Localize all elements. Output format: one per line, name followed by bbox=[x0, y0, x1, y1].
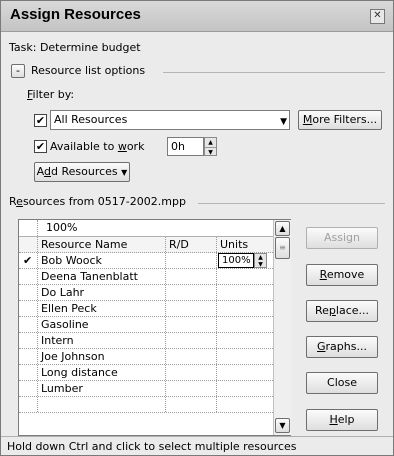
grid-edit-bar[interactable]: 100% bbox=[19, 220, 273, 237]
close-button[interactable]: Close bbox=[306, 372, 378, 394]
resources-grid[interactable]: 100% Resource Name R/D Units ✔ Bob Woock… bbox=[18, 219, 291, 436]
resource-name: Long distance bbox=[38, 365, 166, 380]
resource-name: Intern bbox=[38, 333, 166, 348]
table-row[interactable]: ✔ Bob Woock 100% ▲ ▼ bbox=[19, 253, 273, 269]
collapse-options-button[interactable]: - bbox=[11, 64, 25, 78]
grid-scrollbar[interactable]: ▲ ≡ ▼ bbox=[273, 220, 291, 435]
table-row[interactable]: Deena Tanenblatt bbox=[19, 269, 273, 285]
graphs-button[interactable]: Graphs... bbox=[306, 336, 378, 358]
assigned-check-icon: ✔ bbox=[19, 253, 38, 268]
options-group-label: Resource list options bbox=[31, 64, 146, 77]
filter-select[interactable]: All Resources ▼ bbox=[50, 110, 290, 130]
help-button[interactable]: Help bbox=[306, 409, 378, 431]
units-input[interactable]: 100% bbox=[218, 253, 254, 268]
filter-label: Filter by: bbox=[27, 88, 75, 101]
table-row[interactable]: Do Lahr bbox=[19, 285, 273, 301]
scroll-up-icon[interactable]: ▲ bbox=[275, 221, 290, 236]
table-row[interactable]: Joe Johnson bbox=[19, 349, 273, 365]
col-header-name[interactable]: Resource Name bbox=[38, 237, 166, 252]
dropdown-arrow-icon: ▼ bbox=[280, 117, 287, 127]
resource-name: Deena Tanenblatt bbox=[38, 269, 166, 284]
filter-value: All Resources bbox=[54, 113, 128, 126]
available-to-work-checkbox[interactable]: ✔ bbox=[34, 140, 47, 153]
replace-button[interactable]: Replace... bbox=[306, 300, 378, 322]
spin-down-icon[interactable]: ▼ bbox=[255, 261, 266, 268]
resource-name: Lumber bbox=[38, 381, 166, 396]
task-label: Task: Determine budget bbox=[9, 41, 141, 54]
table-row[interactable]: Intern bbox=[19, 333, 273, 349]
dropdown-arrow-icon: ▼ bbox=[121, 168, 128, 177]
available-hours-spinner[interactable]: ▲ ▼ bbox=[204, 137, 217, 156]
col-header-rd[interactable]: R/D bbox=[166, 237, 217, 252]
options-divider bbox=[163, 72, 385, 73]
more-filters-button[interactable]: More Filters... bbox=[298, 110, 382, 130]
resources-group-label: Resources from 0517-2002.mpp bbox=[9, 195, 186, 208]
filter-checkbox[interactable]: ✔ bbox=[34, 114, 47, 127]
units-cell[interactable]: 100% ▲ ▼ bbox=[217, 253, 273, 268]
table-row[interactable]: Lumber bbox=[19, 381, 273, 397]
grid-header-row: Resource Name R/D Units bbox=[19, 237, 273, 253]
scroll-thumb[interactable]: ≡ bbox=[275, 237, 290, 259]
resource-name bbox=[38, 397, 166, 412]
add-resources-button[interactable]: Add Resources ▼ bbox=[34, 162, 130, 182]
table-row[interactable]: Ellen Peck bbox=[19, 301, 273, 317]
close-icon[interactable]: ✕ bbox=[370, 9, 385, 24]
assign-button[interactable]: Assign bbox=[306, 227, 378, 249]
col-header-units[interactable]: Units bbox=[217, 237, 273, 252]
resource-name: Bob Woock bbox=[38, 253, 166, 268]
remove-button[interactable]: Remove bbox=[306, 264, 378, 286]
spin-up-icon[interactable]: ▲ bbox=[255, 254, 266, 261]
scroll-down-icon[interactable]: ▼ bbox=[275, 418, 290, 433]
units-spinner[interactable]: ▲ ▼ bbox=[254, 253, 267, 268]
spin-down-icon[interactable]: ▼ bbox=[205, 147, 216, 157]
assign-resources-dialog: Assign Resources ✕ Task: Determine budge… bbox=[0, 0, 394, 456]
grid-edit-value[interactable]: 100% bbox=[38, 220, 273, 236]
status-bar: Hold down Ctrl and click to select multi… bbox=[1, 436, 393, 455]
resources-divider bbox=[198, 203, 385, 204]
resource-name: Gasoline bbox=[38, 317, 166, 332]
spin-up-icon[interactable]: ▲ bbox=[205, 138, 216, 147]
table-row[interactable]: Long distance bbox=[19, 365, 273, 381]
table-row[interactable] bbox=[19, 397, 273, 413]
resource-rd bbox=[166, 253, 217, 268]
status-text: Hold down Ctrl and click to select multi… bbox=[7, 440, 297, 453]
resource-name: Ellen Peck bbox=[38, 301, 166, 316]
resource-name: Do Lahr bbox=[38, 285, 166, 300]
title-bar[interactable]: Assign Resources ✕ bbox=[1, 1, 393, 32]
available-to-work-label: Available to work bbox=[50, 140, 145, 153]
table-row[interactable]: Gasoline bbox=[19, 317, 273, 333]
resource-name: Joe Johnson bbox=[38, 349, 166, 364]
dialog-title: Assign Resources bbox=[10, 6, 141, 23]
available-hours-input[interactable]: 0h bbox=[167, 137, 204, 156]
